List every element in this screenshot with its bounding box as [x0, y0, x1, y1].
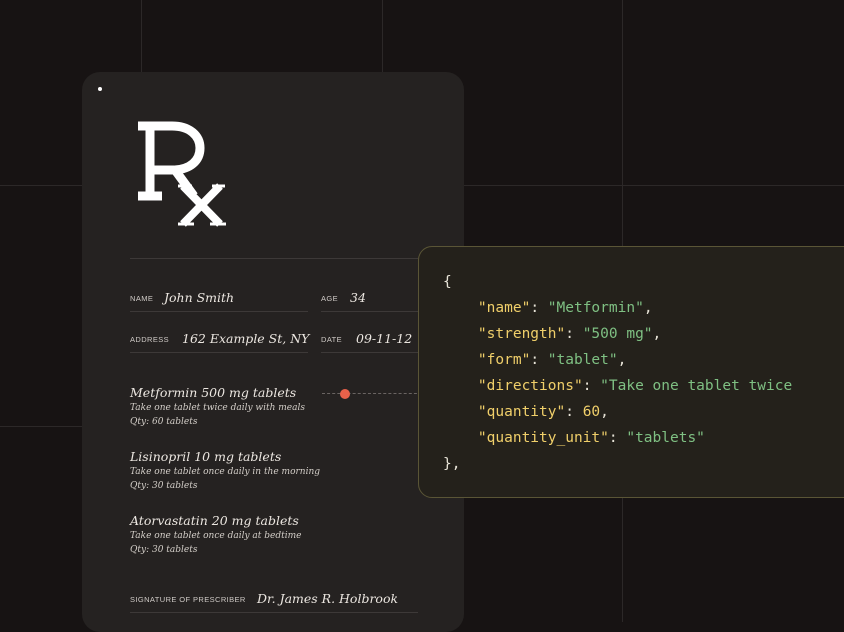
medication-name: Atorvastatin 20 mg tablets	[130, 513, 299, 528]
age-label: AGE	[321, 294, 339, 303]
medication-name: Lisinopril 10 mg tablets	[130, 449, 282, 464]
code-open-brace: {	[443, 274, 452, 290]
divider	[130, 311, 308, 312]
prescription-date: 09-11-12	[356, 331, 413, 346]
signature-label: SIGNATURE OF PRESCRIBER	[130, 595, 246, 604]
patient-age: 34	[350, 290, 366, 305]
code-key: "strength"	[477, 326, 566, 342]
code-value: "Take one tablet twice	[600, 378, 793, 394]
medication-qty: Qty: 30 tablets	[130, 545, 198, 555]
rx-symbol-icon	[138, 121, 226, 227]
code-value: "Metformin"	[547, 300, 644, 316]
medication-name: Metformin 500 mg tablets	[130, 385, 297, 400]
connector-dot	[340, 389, 350, 399]
medication-qty: Qty: 30 tablets	[130, 481, 198, 491]
code-key: "directions"	[477, 378, 583, 394]
code-line: "name": "Metformin",	[477, 300, 653, 316]
code-line: "quantity": 60,	[477, 404, 609, 420]
date-label: DATE	[321, 335, 343, 344]
json-code-panel: { "name": "Metformin", "strength": "500 …	[418, 246, 844, 498]
address-label: ADDRESS	[130, 335, 170, 344]
divider	[130, 258, 418, 259]
code-key: "quantity"	[477, 404, 566, 420]
code-value: "tablet"	[547, 352, 618, 368]
card-dot	[98, 87, 102, 91]
connector-line	[322, 393, 422, 394]
name-label: NAME	[130, 294, 154, 303]
medication-directions: Take one tablet once daily at bedtime	[130, 531, 302, 541]
code-value: "500 mg"	[582, 326, 653, 342]
medication-qty: Qty: 60 tablets	[130, 417, 198, 427]
medication-directions: Take one tablet once daily in the mornin…	[130, 467, 321, 477]
code-close-brace: },	[443, 456, 461, 472]
code-value: 60	[582, 404, 601, 420]
divider	[321, 352, 418, 353]
divider	[130, 612, 418, 613]
code-key: "name"	[477, 300, 531, 316]
code-line: "form": "tablet",	[477, 352, 627, 368]
code-key: "form"	[477, 352, 531, 368]
code-line: "directions": "Take one tablet twice	[477, 378, 793, 394]
divider	[130, 352, 308, 353]
patient-address: 162 Example St, NY	[182, 331, 310, 346]
code-line: "quantity_unit": "tablets"	[477, 430, 705, 446]
prescription-card: NAME John Smith AGE 34 ADDRESS 162 Examp…	[82, 72, 464, 632]
code-value: "tablets"	[626, 430, 705, 446]
patient-name: John Smith	[164, 290, 235, 305]
code-line: "strength": "500 mg",	[477, 326, 662, 342]
divider	[321, 311, 418, 312]
code-key: "quantity_unit"	[477, 430, 609, 446]
medication-directions: Take one tablet twice daily with meals	[130, 403, 305, 413]
prescriber-signature: Dr. James R. Holbrook	[257, 591, 399, 606]
